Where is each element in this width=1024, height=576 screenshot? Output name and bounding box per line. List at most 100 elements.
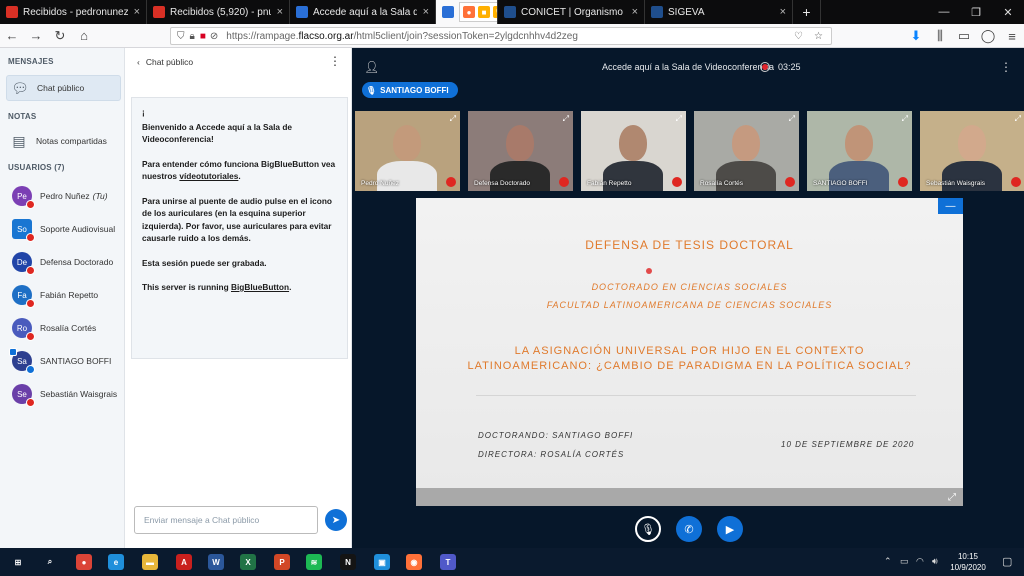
user-list-item[interactable]: Fa Fabián Repetto	[12, 283, 124, 308]
muted-mic-icon	[1011, 177, 1021, 187]
hamburger-menu-icon[interactable]: ≡	[1000, 24, 1024, 48]
user-list-item[interactable]: De Defensa Doctorado	[12, 250, 124, 275]
user-list-item[interactable]: Sa SANTIAGO BOFFI	[9, 348, 124, 374]
chevron-left-icon: ‹	[137, 57, 140, 67]
sigeva-icon	[651, 6, 663, 18]
browser-tab[interactable]: CONICET | Organismo dedica ×	[498, 0, 645, 24]
edge-icon[interactable]: e	[108, 554, 124, 570]
new-tab-button[interactable]: +	[793, 0, 821, 24]
close-tab-icon[interactable]: ×	[632, 6, 638, 18]
spotify-icon[interactable]: ≋	[306, 554, 322, 570]
shared-notes-label: Notas compartidas	[36, 136, 107, 146]
webcam-tile[interactable]: Defensa Doctorado ⤢	[468, 111, 573, 191]
tutorial-link[interactable]: vídeotutoriales	[179, 171, 238, 181]
sharing-indicator[interactable]: ●■🎙︎de au	[459, 2, 497, 22]
mic-permission-icon[interactable]: ⊘	[210, 31, 218, 42]
muted-mic-icon	[559, 177, 569, 187]
search-icon[interactable]: ⌕	[42, 554, 58, 570]
close-tab-icon[interactable]: ×	[277, 6, 283, 18]
share-webcam-button[interactable]: ▶	[717, 516, 743, 542]
webcam-tile[interactable]: Sebastián Waisgrais ⤢	[920, 111, 1024, 191]
send-message-button[interactable]: ➤	[325, 509, 347, 531]
leave-audio-button[interactable]: ✆	[676, 516, 702, 542]
user-list-item[interactable]: Se Sebastián Waisgrais	[12, 382, 124, 407]
muted-mic-icon	[26, 299, 35, 308]
sidebar-toggle-icon[interactable]: ▭	[952, 24, 976, 48]
options-menu-icon[interactable]: ⋮	[1000, 60, 1012, 74]
expand-icon[interactable]: ⤢	[902, 114, 908, 124]
chrome-icon[interactable]: ●	[76, 554, 92, 570]
fullscreen-icon[interactable]: ⤢	[948, 492, 956, 503]
reload-icon[interactable]: ↻	[48, 24, 72, 48]
close-tab-icon[interactable]: ×	[423, 6, 429, 18]
webcam-tile[interactable]: Rosalía Cortés ⤢	[694, 111, 799, 191]
chat-message-input[interactable]: Enviar mensaje a Chat público	[134, 506, 318, 534]
teams-icon[interactable]: T	[440, 554, 456, 570]
firefox-icon[interactable]: ◉	[406, 554, 422, 570]
expand-icon[interactable]: ⤢	[789, 114, 795, 124]
user-list-item[interactable]: Ro Rosalía Cortés	[12, 316, 124, 341]
close-tab-icon[interactable]: ×	[780, 6, 786, 18]
library-icon[interactable]: ⫼	[928, 24, 952, 48]
back-icon[interactable]: ←	[0, 24, 24, 48]
webcam-tile[interactable]: Pedro Nuñez ⤢	[355, 111, 460, 191]
close-tab-icon[interactable]: ×	[134, 6, 140, 18]
browser-tab[interactable]: Recibidos - pedronunez74@g ×	[0, 0, 147, 24]
bigbluebutton-link[interactable]: BigBlueButton	[231, 282, 289, 292]
forward-icon[interactable]: →	[24, 24, 48, 48]
browser-tab[interactable]: Recibidos (5,920) - pnunez@fl ×	[147, 0, 290, 24]
camera-permission-icon[interactable]: ■	[200, 31, 206, 42]
word-icon[interactable]: W	[208, 554, 224, 570]
minimize-window-icon[interactable]: —	[928, 0, 960, 24]
acrobat-icon[interactable]: A	[176, 554, 192, 570]
wifi-icon[interactable]: ◠	[916, 556, 924, 567]
file-explorer-icon[interactable]: ▬	[142, 554, 158, 570]
meeting-title: Accede aquí a la Sala de Videoconferenci…	[602, 62, 774, 72]
expand-icon[interactable]: ⤢	[1015, 114, 1021, 124]
url-bar[interactable]: ⛉ 🔒︎ ■ ⊘ https://rampage. flacso.org.ar/h…	[170, 27, 832, 45]
tray-chevron-up-icon[interactable]: ⌃	[884, 556, 892, 567]
bookmark-star-icon[interactable]: ☆	[814, 31, 823, 42]
netflix-icon[interactable]: N	[340, 554, 356, 570]
tab-label: Recibidos (5,920) - pnunez@fl	[170, 6, 271, 18]
url-path: /html5client/join?sessionToken=2ylgdcnhh…	[353, 30, 578, 42]
browser-tab[interactable]: SIGEVA ×	[645, 0, 793, 24]
unmute-button[interactable]: 🎙︎	[635, 516, 661, 542]
user-list-item[interactable]: Pe Pedro Nuñez (Tu)	[12, 184, 124, 209]
download-icon[interactable]: ⬇	[904, 24, 928, 48]
taskbar-clock[interactable]: 10:15 10/9/2020	[946, 551, 990, 573]
slide-program: DOCTORADO EN CIENCIAS SOCIALES	[591, 282, 788, 292]
kebab-menu-icon[interactable]: ⋮	[329, 54, 341, 68]
home-icon[interactable]: ⌂	[72, 24, 96, 48]
network-icon[interactable]: ▭	[900, 556, 909, 567]
talking-indicator[interactable]: 🎙︎ SANTIAGO BOFFI	[362, 82, 458, 98]
restore-window-icon[interactable]: ❐	[960, 0, 992, 24]
excel-icon[interactable]: X	[240, 554, 256, 570]
avatar-initials: Sa	[17, 356, 27, 366]
close-window-icon[interactable]: ✕	[992, 0, 1024, 24]
public-chat-item[interactable]: 💬︎ Chat público	[6, 75, 121, 101]
user-list-item[interactable]: So Soporte Audiovisual	[12, 217, 124, 242]
recording-indicator-icon[interactable]	[760, 62, 770, 72]
webcam-tile[interactable]: Fabián Repetto ⤢	[581, 111, 686, 191]
browser-tab[interactable]: BigBlu●■🎙︎de au🔊︎×	[436, 0, 498, 24]
minimize-presentation-button[interactable]: —	[938, 198, 963, 214]
expand-icon[interactable]: ⤢	[450, 114, 456, 124]
windows-start-icon[interactable]: ⊞	[10, 554, 26, 570]
powerpoint-icon[interactable]: P	[274, 554, 290, 570]
volume-icon[interactable]: 🔊︎	[932, 556, 938, 567]
browser-tab[interactable]: Accede aquí a la Sala de Vide ×	[290, 0, 436, 24]
chat-title: Chat público	[145, 57, 194, 67]
chat-header[interactable]: ‹ Chat público	[137, 57, 193, 67]
expand-icon[interactable]: ⤢	[676, 114, 682, 124]
notifications-icon[interactable]: ▢	[1002, 555, 1012, 568]
presentation-slide: DEFENSA DE TESIS DOCTORAL DOCTORADO EN C…	[416, 198, 963, 506]
url-host: flacso.org.ar	[298, 30, 354, 42]
expand-icon[interactable]: ⤢	[563, 114, 569, 124]
user-name: Pedro Nuñez	[40, 191, 90, 201]
pocket-icon[interactable]: ♡	[794, 31, 803, 42]
account-icon[interactable]: ◯	[976, 24, 1000, 48]
shared-notes-item[interactable]: ▤ Notas compartidas	[6, 128, 121, 154]
store-icon[interactable]: ▣	[374, 554, 390, 570]
webcam-tile[interactable]: SANTIAGO BOFFI ⤢	[807, 111, 912, 191]
